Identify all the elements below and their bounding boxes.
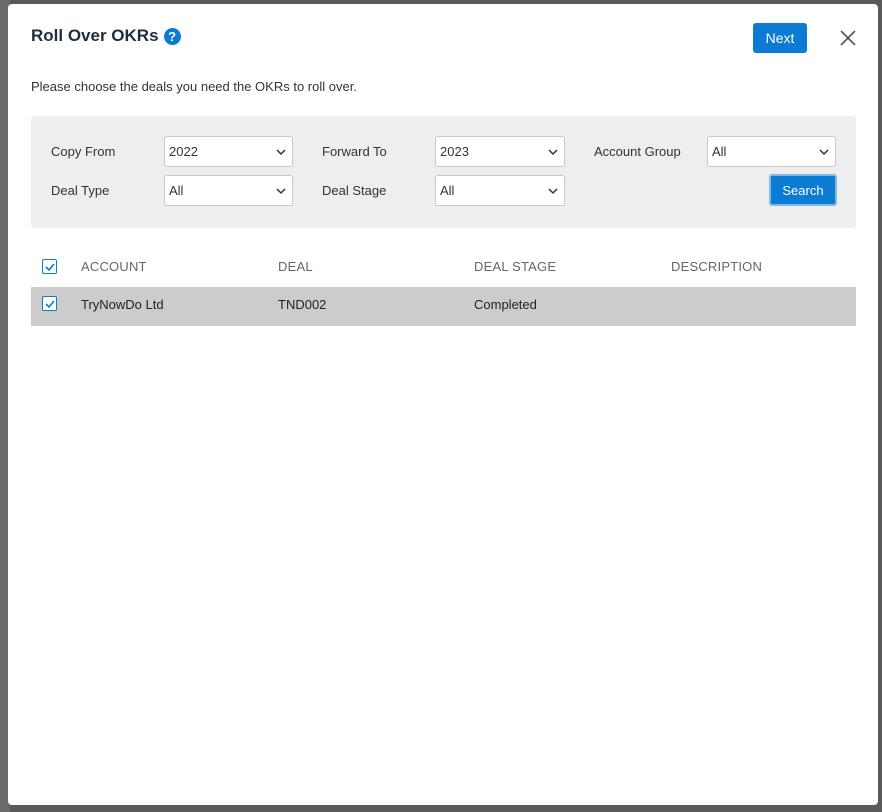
check-icon [45,263,55,272]
copy-from-value: 2022 [169,144,198,159]
check-icon [45,300,55,309]
dialog-instructions: Please choose the deals you need the OKR… [31,79,357,94]
forward-to-value: 2023 [440,144,469,159]
column-header-deal[interactable]: DEAL [278,259,313,274]
forward-to-label: Forward To [322,144,387,159]
question-circle-icon[interactable]: ? [163,27,181,45]
row-checkbox[interactable] [42,296,57,311]
cell-account: TryNowDo Ltd [81,297,164,312]
close-icon[interactable] [838,28,858,48]
table-row[interactable]: TryNowDo Ltd TND002 Completed [31,287,856,326]
deal-stage-select[interactable]: All [435,175,565,206]
next-button[interactable]: Next [753,23,807,53]
dialog-title: Roll Over OKRs ? [31,26,181,46]
deal-stage-value: All [440,183,455,198]
cell-deal-stage: Completed [474,297,537,312]
forward-to-select[interactable]: 2023 [435,136,565,167]
account-group-label: Account Group [594,144,681,159]
copy-from-label: Copy From [51,144,116,159]
dialog-title-text: Roll Over OKRs [31,26,159,45]
deal-stage-label: Deal Stage [322,183,387,198]
table-header: ACCOUNT DEAL DEAL STAGE DESCRIPTION [31,252,856,284]
deal-type-value: All [169,183,184,198]
deal-type-label: Deal Type [51,183,110,198]
chevron-down-icon [276,188,286,195]
chevron-down-icon [548,188,558,195]
column-header-description[interactable]: DESCRIPTION [671,259,762,274]
chevron-down-icon [548,149,558,156]
account-group-select[interactable]: All [707,136,836,167]
filter-panel: Copy From 2022 Forward To 2023 Account G… [31,116,856,228]
deal-type-select[interactable]: All [164,175,293,206]
chevron-down-icon [276,149,286,156]
chevron-down-icon [819,149,829,156]
column-header-account[interactable]: ACCOUNT [81,259,147,274]
search-button[interactable]: Search [769,174,837,206]
roll-over-okrs-dialog: Roll Over OKRs ? Next Please choose the … [8,4,878,805]
column-header-deal-stage[interactable]: DEAL STAGE [474,259,556,274]
select-all-checkbox[interactable] [42,259,57,274]
cell-deal: TND002 [278,297,327,312]
copy-from-select[interactable]: 2022 [164,136,293,167]
account-group-value: All [712,144,727,159]
